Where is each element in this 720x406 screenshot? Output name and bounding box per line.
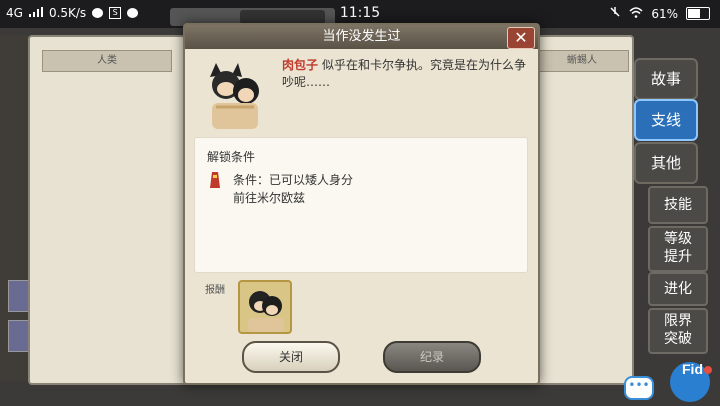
- level-up-button[interactable]: 等级 提升: [648, 226, 708, 272]
- record-button[interactable]: 纪录: [383, 341, 481, 373]
- tab-lizardman[interactable]: 蜥蜴人: [535, 50, 629, 72]
- condition-icon: [209, 170, 220, 190]
- character-portrait: [202, 57, 268, 129]
- tab-other[interactable]: 其他: [634, 142, 698, 184]
- mute-icon: [609, 6, 621, 21]
- tab-story[interactable]: 故事: [634, 58, 698, 100]
- close-button[interactable]: 关闭: [242, 341, 340, 373]
- close-icon[interactable]: ✕: [507, 27, 535, 49]
- story-text: 似乎在和卡尔争执。究竟是在为什么争吵呢……: [282, 58, 527, 89]
- story-dialog: 当作没发生过 ✕ 肉包子 似乎在和卡尔争执。究竟是在为什么争吵呢…… 解锁条件 条…: [183, 23, 540, 385]
- tab-side-story[interactable]: 支线: [634, 99, 698, 141]
- condition-text: 条件：已可以矮人身分: [233, 173, 354, 187]
- condition-location: 前往米尔欧兹: [233, 191, 306, 205]
- left-edge-panel: [0, 35, 32, 381]
- speaker-name: 肉包子: [282, 58, 319, 72]
- assistant-label: Fid: [682, 361, 703, 377]
- limit-break-button[interactable]: 限界 突破: [648, 308, 708, 354]
- dialog-header: 当作没发生过: [185, 25, 538, 49]
- wifi-icon: [629, 6, 643, 21]
- story-description: 肉包子 似乎在和卡尔争执。究竟是在为什么争吵呢……: [282, 57, 527, 91]
- top-bar-dropdown: [240, 10, 325, 24]
- battery-percent: 61%: [651, 6, 678, 21]
- reward-item-portrait[interactable]: [238, 280, 292, 334]
- chat-icon[interactable]: •••: [624, 376, 654, 400]
- unlock-conditions-box: 解锁条件 条件：已可以矮人身分 前往米尔欧兹: [194, 137, 528, 273]
- unlock-title: 解锁条件: [207, 150, 256, 164]
- dialog-title: 当作没发生过: [322, 29, 401, 44]
- battery-icon: [686, 7, 710, 20]
- skill-button[interactable]: 技能: [648, 186, 708, 224]
- evolve-button[interactable]: 进化: [648, 272, 708, 306]
- tab-human[interactable]: 人类: [42, 50, 172, 72]
- reward-label: 报酬: [205, 285, 225, 296]
- floating-assistant-icon[interactable]: Fid: [660, 352, 720, 402]
